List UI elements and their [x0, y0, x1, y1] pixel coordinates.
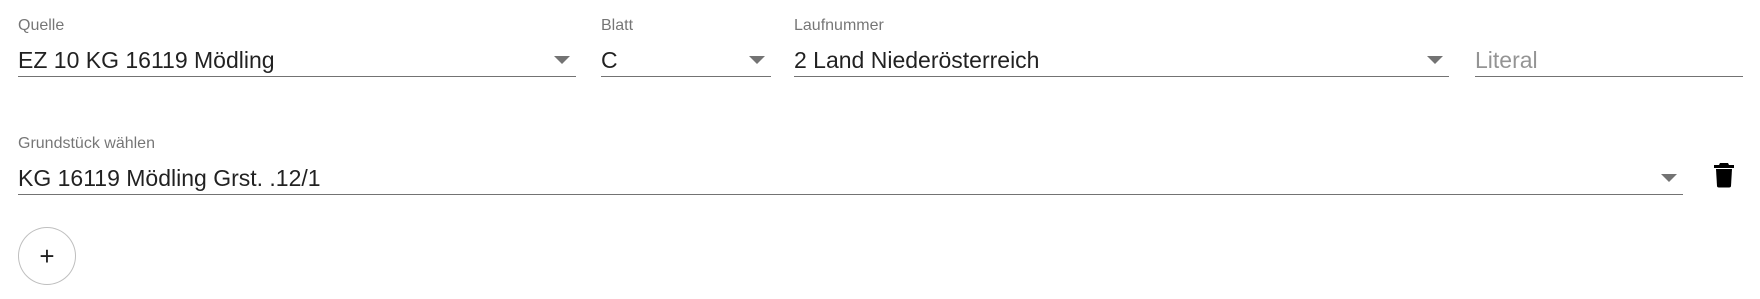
blatt-value: C: [601, 47, 618, 73]
laufnummer-control[interactable]: 2 Land Niederösterreich: [794, 44, 1449, 77]
grundstueck-select[interactable]: Grundstück wählen KG 16119 Mödling Grst.…: [18, 134, 1683, 198]
dropdown-arrow-icon[interactable]: [749, 56, 765, 64]
blatt-select[interactable]: Blatt C: [601, 16, 771, 80]
grundstueck-control[interactable]: KG 16119 Mödling Grst. .12/1: [18, 162, 1683, 195]
add-button[interactable]: +: [18, 227, 76, 285]
dropdown-arrow-icon[interactable]: [1427, 56, 1443, 64]
literal-field[interactable]: [1475, 16, 1743, 80]
quelle-value: EZ 10 KG 16119 Mödling: [18, 47, 275, 73]
laufnummer-label: Laufnummer: [794, 17, 884, 34]
grundstueck-label: Grundstück wählen: [18, 135, 155, 152]
grundstueck-value: KG 16119 Mödling Grst. .12/1: [18, 165, 321, 191]
quelle-select[interactable]: Quelle EZ 10 KG 16119 Mödling: [18, 16, 576, 80]
trash-icon: [1714, 163, 1734, 188]
blatt-control[interactable]: C: [601, 44, 771, 77]
quelle-label: Quelle: [18, 17, 65, 34]
dropdown-arrow-icon[interactable]: [1661, 174, 1677, 182]
literal-control[interactable]: [1475, 44, 1743, 77]
plus-icon: +: [39, 241, 55, 271]
quelle-control[interactable]: EZ 10 KG 16119 Mödling: [18, 44, 576, 77]
literal-input[interactable]: [1475, 46, 1743, 74]
laufnummer-value: 2 Land Niederösterreich: [794, 47, 1040, 73]
blatt-label: Blatt: [601, 17, 634, 34]
delete-button[interactable]: [1712, 162, 1736, 188]
dropdown-arrow-icon[interactable]: [554, 56, 570, 64]
laufnummer-select[interactable]: Laufnummer 2 Land Niederösterreich: [794, 16, 1449, 80]
